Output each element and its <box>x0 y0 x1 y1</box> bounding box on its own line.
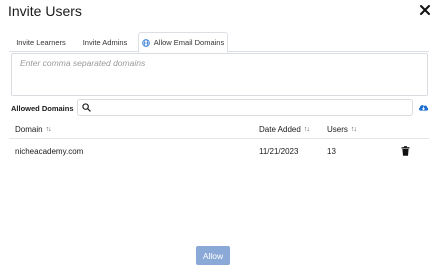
search-input[interactable] <box>94 100 408 115</box>
tab-label: Allow Email Domains <box>153 38 225 47</box>
tab-label: Invite Admins <box>82 37 128 47</box>
cloud-download-icon[interactable] <box>418 102 429 112</box>
column-label: Date Added <box>259 125 301 134</box>
search-icon <box>82 103 91 112</box>
cell-date-added: 11/21/2023 <box>259 147 299 156</box>
domain-search <box>77 99 413 116</box>
tab-bar: Invite Learners Invite Admins Allow Emai… <box>9 32 429 53</box>
allowed-domains-label: Allowed Domains <box>11 104 74 113</box>
sort-icon: ↑↓ <box>45 126 52 133</box>
column-header-users[interactable]: Users ↑↓ <box>327 125 357 134</box>
cell-domain: nicheacademy.com <box>15 147 84 156</box>
domains-input[interactable] <box>11 53 428 96</box>
dialog-title: Invite Users <box>8 3 82 19</box>
globe-icon <box>142 38 150 47</box>
trash-icon[interactable] <box>401 146 410 156</box>
column-label: Users <box>327 125 348 134</box>
tab-label: Invite Learners <box>16 37 66 47</box>
tab-invite-admins[interactable]: Invite Admins <box>73 32 137 52</box>
cell-users: 13 <box>327 147 336 156</box>
close-icon[interactable] <box>418 3 432 17</box>
column-header-domain[interactable]: Domain ↑↓ <box>15 125 52 134</box>
allow-button[interactable]: Allow <box>196 246 230 265</box>
sort-icon: ↑↓ <box>350 126 357 133</box>
column-header-date-added[interactable]: Date Added ↑↓ <box>259 125 310 134</box>
header-divider <box>9 138 429 139</box>
sort-icon: ↑↓ <box>303 126 310 133</box>
tab-invite-learners[interactable]: Invite Learners <box>9 32 73 52</box>
tab-allow-email-domains[interactable]: Allow Email Domains <box>138 32 228 53</box>
column-label: Domain <box>15 125 43 134</box>
